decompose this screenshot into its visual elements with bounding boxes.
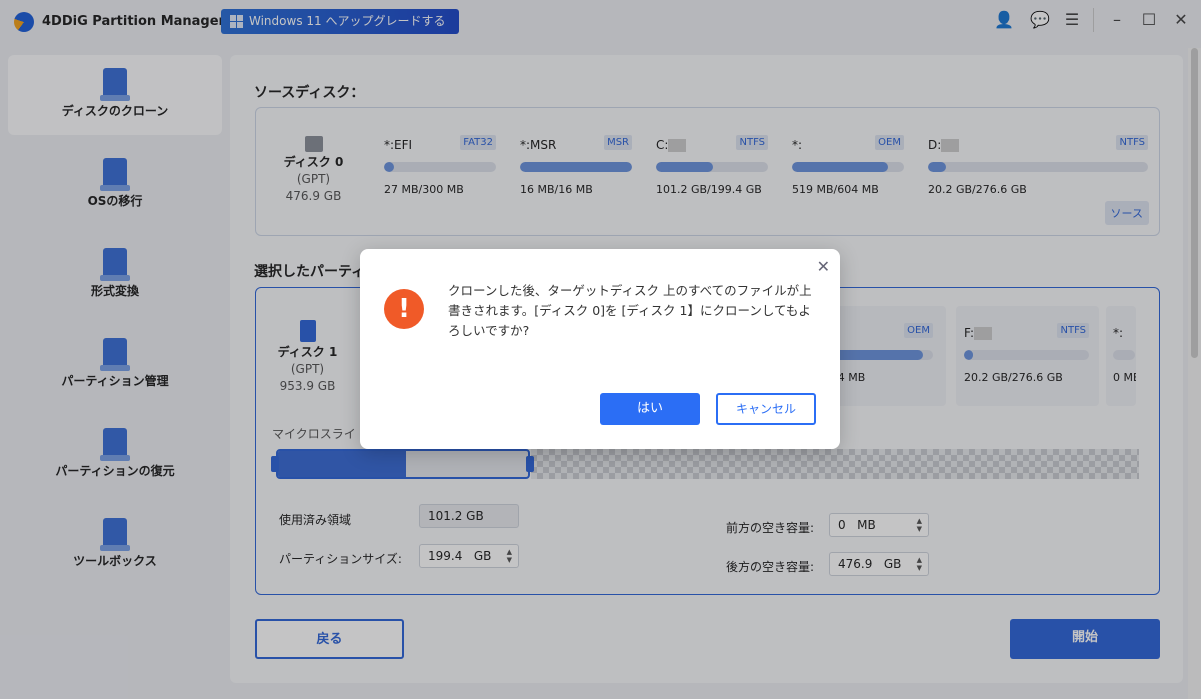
warning-icon: !	[384, 289, 424, 329]
close-icon[interactable]: ✕	[817, 257, 830, 276]
dialog-message: クローンした後、ターゲットディスク 上のすべてのファイルが上書きされます。[ディ…	[448, 283, 812, 338]
cancel-button[interactable]: キャンセル	[716, 393, 816, 425]
confirm-dialog: ✕ ! クローンした後、ターゲットディスク 上のすべてのファイルが上書きされます…	[360, 249, 840, 449]
yes-button[interactable]: はい	[600, 393, 700, 425]
